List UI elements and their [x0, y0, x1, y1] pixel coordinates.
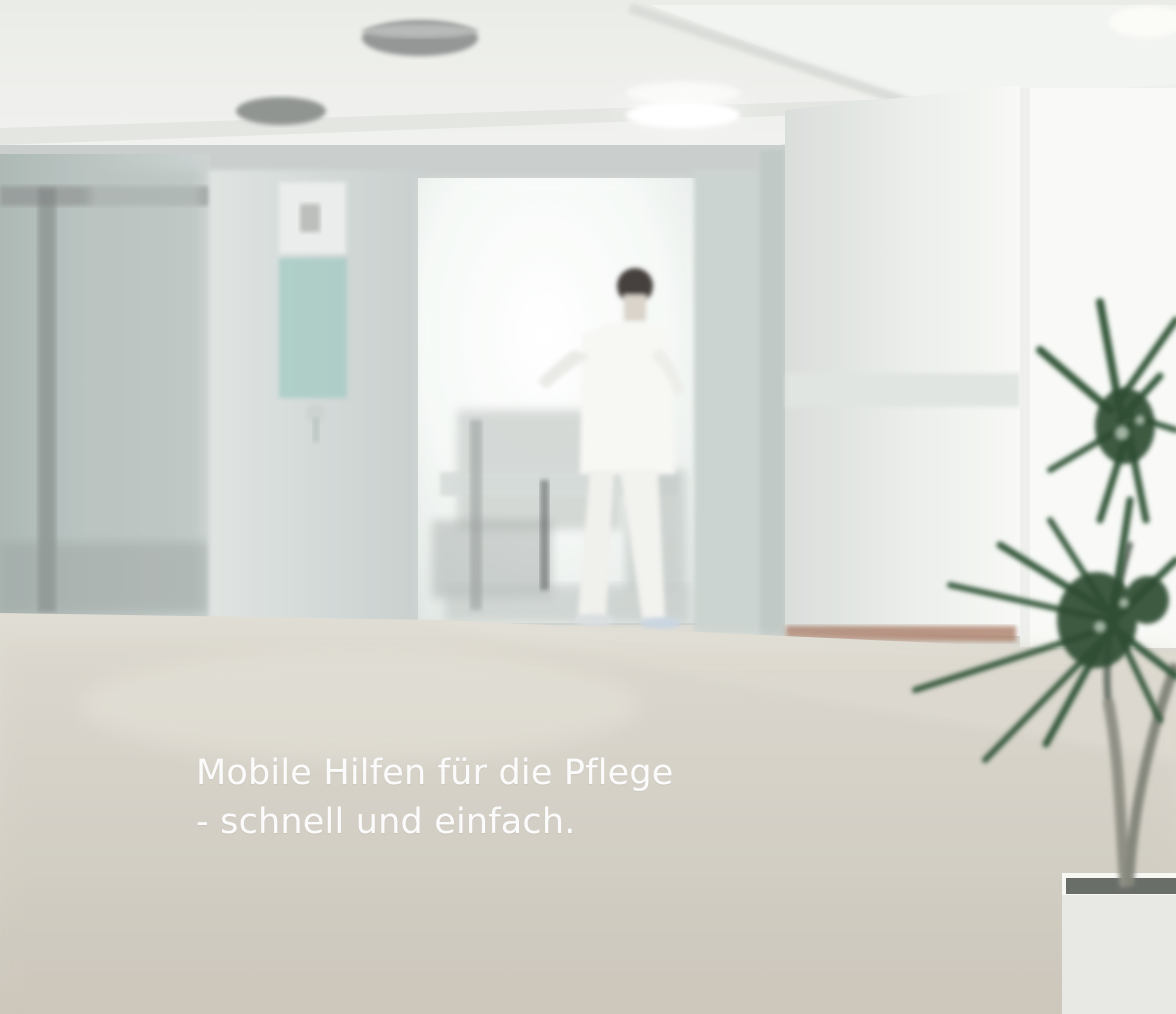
- hero-headline: Mobile Hilfen für die Pflege: [196, 753, 674, 793]
- hero-subheadline: - schnell und einfach.: [196, 802, 576, 842]
- hospital-corridor-photo: [0, 0, 1176, 1014]
- hero-caption: Mobile Hilfen für die Pflege - schnell u…: [196, 749, 674, 847]
- hero-banner: Mobile Hilfen für die Pflege - schnell u…: [0, 0, 1176, 1014]
